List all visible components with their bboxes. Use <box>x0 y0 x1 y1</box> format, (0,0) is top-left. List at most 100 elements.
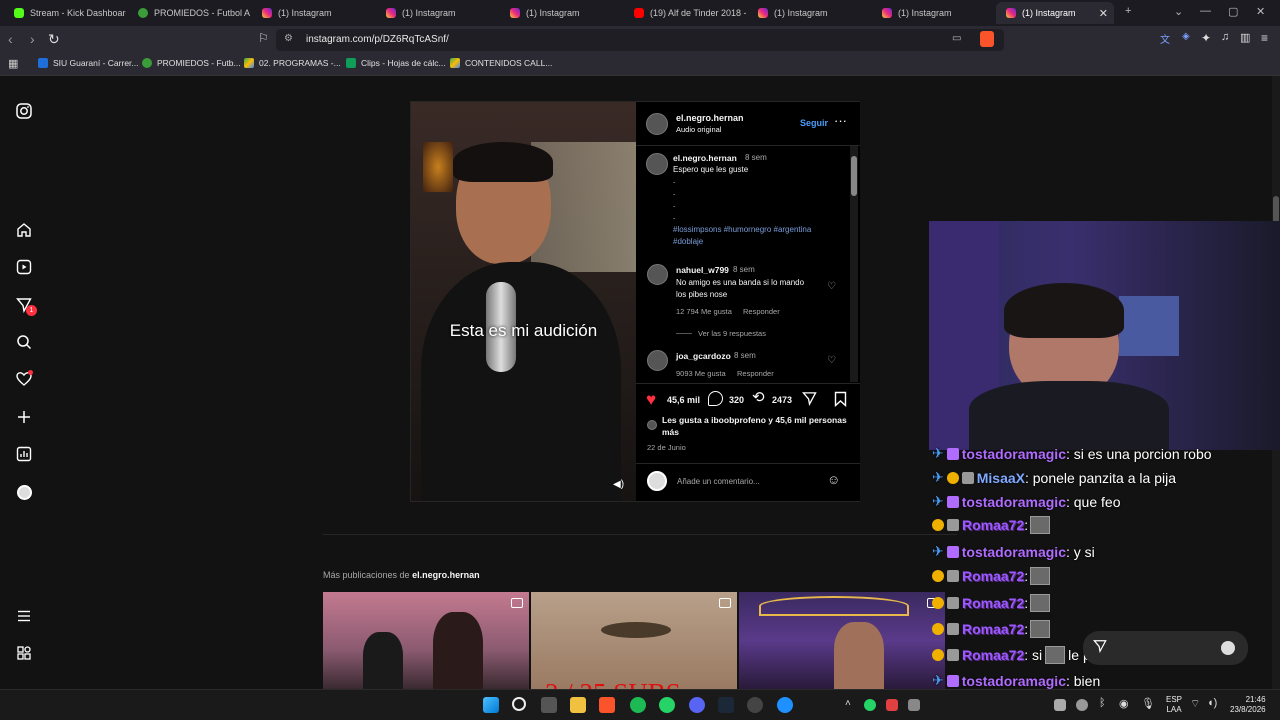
dashboard-icon[interactable] <box>16 446 32 462</box>
more-posts-author[interactable]: el.negro.hernan <box>412 570 480 580</box>
brave-icon[interactable] <box>599 697 615 713</box>
bookmark-clips[interactable]: Clips - Hojas de cálc... <box>346 58 446 68</box>
tab-instagram-4[interactable]: (1) Instagram <box>748 2 870 24</box>
tab-instagram-active[interactable]: (1) Instagram ✕ <box>996 2 1114 24</box>
more-menu-icon[interactable] <box>16 608 32 624</box>
reposts-count[interactable]: 2473 <box>772 395 792 405</box>
network-icon[interactable]: ◉ <box>1119 697 1129 710</box>
tab-instagram-3[interactable]: (1) Instagram <box>500 2 622 24</box>
tab-kick[interactable]: Stream - Kick Dashboard <box>4 2 126 24</box>
reply-button[interactable]: Responder <box>743 307 780 316</box>
clock[interactable]: 21:46 23/8/2026 <box>1230 695 1266 715</box>
also-from-meta-icon[interactable] <box>16 645 32 661</box>
cast-icon[interactable]: ▭ <box>952 33 961 44</box>
tab-list-chevron-icon[interactable]: ⌄ <box>1174 5 1183 18</box>
tab-instagram-5[interactable]: (1) Instagram <box>872 2 994 24</box>
back-icon[interactable]: ‹ <box>8 31 13 47</box>
emoji-icon[interactable]: ☺ <box>827 472 840 487</box>
more-options-icon[interactable]: ··· <box>834 113 847 128</box>
like-heart-icon[interactable]: ♥ <box>646 390 656 410</box>
follow-button[interactable]: Seguir <box>800 118 828 128</box>
comment-input[interactable]: Añade un comentario... <box>677 477 760 486</box>
taskbar-search-icon[interactable] <box>512 697 526 711</box>
new-tab-icon[interactable]: + <box>1125 5 1131 17</box>
tab-instagram-2[interactable]: (1) Instagram <box>376 2 498 24</box>
floating-widget[interactable] <box>1083 631 1248 665</box>
discord-icon[interactable] <box>689 697 705 713</box>
wallet-icon[interactable]: ◈ <box>1182 31 1190 42</box>
language-indicator[interactable]: ESP LAA <box>1166 695 1182 715</box>
media-icon[interactable]: ♫ <box>1221 31 1229 43</box>
comment-likes[interactable]: 9093 Me gusta <box>676 369 726 378</box>
scrollbar-thumb[interactable] <box>851 156 857 196</box>
post-thumbnail[interactable] <box>323 592 529 689</box>
task-view-icon[interactable] <box>541 697 557 713</box>
sound-icon[interactable]: ◀︎) <box>613 479 624 490</box>
messages-icon[interactable]: 1 <box>16 297 37 316</box>
bookmark-promiedos[interactable]: PROMIEDOS - Futb... <box>142 58 241 68</box>
brave-shield-icon[interactable] <box>980 31 994 47</box>
tray-chevron-icon[interactable]: ˄ <box>845 698 851 709</box>
audio-label[interactable]: Audio original <box>676 125 721 134</box>
save-bookmark-icon[interactable] <box>834 391 847 412</box>
close-window-icon[interactable]: ✕ <box>1256 5 1265 18</box>
tray-download-icon[interactable] <box>886 699 898 711</box>
tray-app-icon[interactable] <box>1054 699 1066 711</box>
translate-icon[interactable]: 文 <box>1160 31 1170 46</box>
extensions-icon[interactable]: ✦ <box>1201 31 1211 45</box>
liked-by-avatar[interactable] <box>647 420 657 430</box>
comment-avatar[interactable] <box>647 350 668 371</box>
microphone-icon[interactable]: 🎙︎ <box>1141 697 1155 710</box>
wifi-icon[interactable]: ⌔ <box>1190 697 1200 711</box>
likes-count[interactable]: 45,6 mil <box>667 395 700 405</box>
tab-youtube[interactable]: (19) Alf de Tinder 2018 - Y <box>624 2 746 24</box>
home-icon[interactable] <box>16 222 32 238</box>
close-tab-icon[interactable]: ✕ <box>1099 7 1108 20</box>
forward-icon[interactable]: › <box>30 31 35 47</box>
repost-icon[interactable]: ⟲ <box>752 388 765 406</box>
comments-scrollbar[interactable] <box>850 146 858 382</box>
whatsapp-icon[interactable] <box>659 697 675 713</box>
author-avatar[interactable] <box>646 113 668 135</box>
comment-likes[interactable]: 12 794 Me gusta <box>676 307 732 316</box>
menu-icon[interactable]: ≡ <box>1261 31 1268 45</box>
reel-video[interactable]: Esta es mi audición ◀︎) <box>411 102 636 501</box>
reply-button[interactable]: Responder <box>737 369 774 378</box>
spotify-icon[interactable] <box>630 697 646 713</box>
comments-count[interactable]: 320 <box>729 395 744 405</box>
bluetooth-icon[interactable]: ᛒ <box>1099 697 1106 709</box>
search-icon[interactable] <box>16 334 32 350</box>
bookmark-programas[interactable]: 02. PROGRAMAS -... <box>244 58 341 68</box>
comment-avatar[interactable] <box>647 264 668 285</box>
bookmark-contenidos[interactable]: CONTENIDOS CALL... <box>450 58 552 68</box>
post-thumbnail[interactable] <box>739 592 945 689</box>
obs-icon[interactable] <box>747 697 763 713</box>
file-explorer-icon[interactable] <box>570 697 586 713</box>
tray-app-icon[interactable] <box>908 699 920 711</box>
tab-promiedos[interactable]: PROMIEDOS - Futbol Arg <box>128 2 250 24</box>
comment-like-icon[interactable]: ♡ <box>827 355 836 366</box>
view-replies-button[interactable]: Ver las 9 respuestas <box>698 329 766 338</box>
caption-author-avatar[interactable] <box>646 153 668 175</box>
maximize-icon[interactable]: ▢ <box>1228 5 1238 18</box>
caption-author[interactable]: el.negro.hernan <box>673 153 737 163</box>
app-icon[interactable] <box>777 697 793 713</box>
tab-instagram-1[interactable]: (1) Instagram <box>252 2 374 24</box>
reload-icon[interactable]: ↻ <box>48 31 60 48</box>
liked-by-text[interactable]: Les gusta a iboobprofeno y 45,6 mil pers… <box>662 414 847 438</box>
reels-icon[interactable] <box>16 259 32 275</box>
minimize-icon[interactable]: — <box>1200 5 1211 17</box>
bookmark-icon[interactable]: ⚐ <box>258 31 269 45</box>
caption-hashtags[interactable]: #lossimpsons #humornegro #argentina #dob… <box>673 224 843 248</box>
create-plus-icon[interactable] <box>16 409 32 425</box>
comment-user[interactable]: nahuel_w799 <box>676 265 729 275</box>
comment-icon[interactable] <box>708 391 723 406</box>
sidebar-toggle-icon[interactable]: ▥ <box>1240 31 1250 44</box>
notifications-heart-icon[interactable] <box>16 370 33 387</box>
author-username[interactable]: el.negro.hernan <box>676 113 744 123</box>
share-icon[interactable] <box>801 391 817 411</box>
comment-like-icon[interactable]: ♡ <box>827 281 836 292</box>
bookmark-siu[interactable]: SIU Guaraní - Carrer... <box>38 58 139 68</box>
site-info-icon[interactable]: ⚙ <box>284 33 293 44</box>
tray-app-icon[interactable] <box>1076 699 1088 711</box>
